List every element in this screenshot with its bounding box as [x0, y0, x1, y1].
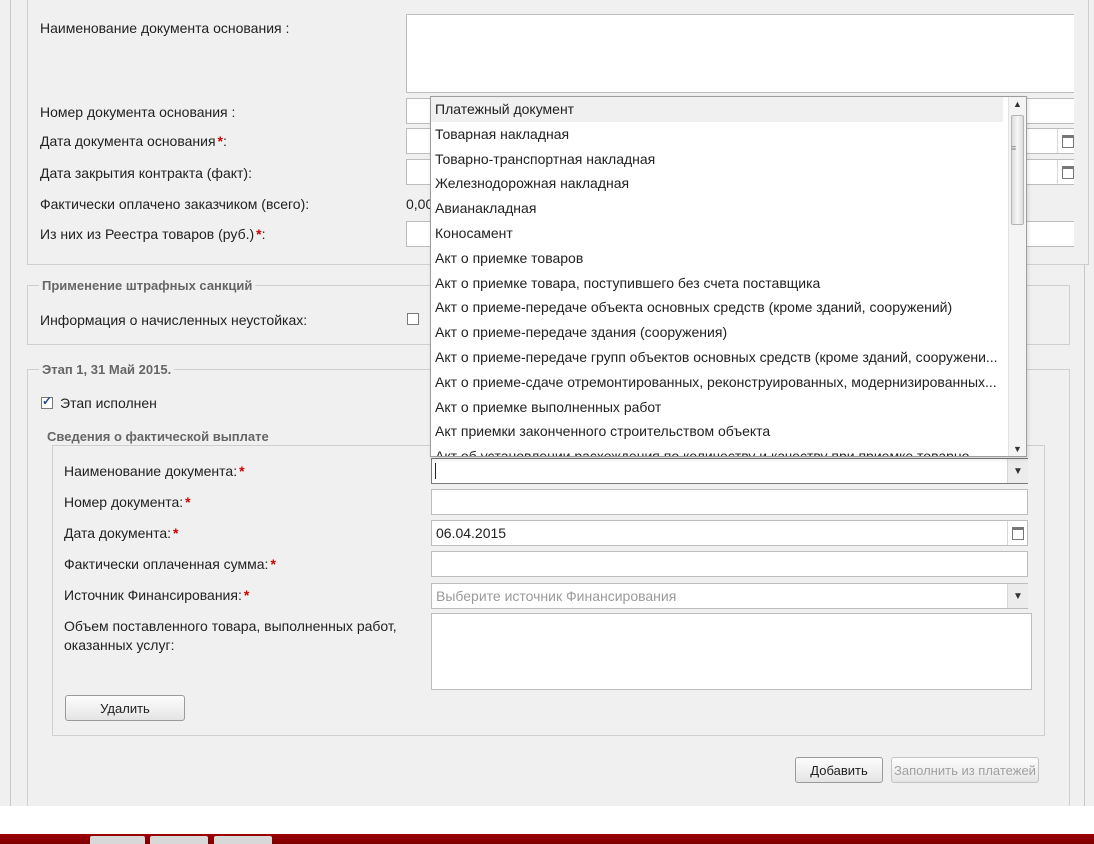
dropdown-option[interactable]: Акт об установлении расхождения по колич… [431, 444, 1003, 456]
penalties-info-checkbox[interactable] [407, 313, 419, 325]
doc-name-dropdown-button[interactable]: ▼ [1007, 459, 1028, 483]
basis-doc-name-label: Наименование документа основания : [40, 20, 290, 36]
required-mark: * [243, 587, 250, 603]
text-caret [435, 463, 436, 479]
payment-legend: Сведения о фактической выплате [44, 429, 272, 444]
window-bottom-strip [0, 806, 1094, 834]
doc-date-value: 06.04.2015 [436, 525, 507, 541]
chevron-down-icon: ▼ [1013, 590, 1023, 602]
dropdown-option[interactable]: Акт о приеме-передаче здания (сооружения… [431, 320, 1003, 345]
scroll-grip-icon: ≡ [1011, 143, 1017, 153]
registry-goods-label: Из них из Реестра товаров (руб.) *: [40, 226, 266, 242]
scroll-up-icon[interactable]: ▲ [1013, 99, 1022, 109]
dropdown-items: Платежный документ Товарная накладная Това… [431, 97, 1026, 456]
paid-sum-label: Фактически оплаченная сумма: * [64, 556, 276, 572]
dropdown-option[interactable]: Товарно-транспортная накладная [431, 147, 1003, 172]
basis-doc-date-label: Дата документа основания *: [40, 133, 227, 149]
taskbar [0, 834, 1094, 844]
close-date-fact-label: Дата закрытия контракта (факт): [40, 165, 252, 181]
stage-done-checkbox[interactable] [41, 394, 53, 409]
required-mark: * [239, 463, 245, 479]
required-mark: * [185, 494, 191, 510]
dropdown-option[interactable]: Акт о приемке товаров [431, 246, 1003, 271]
funding-source-select[interactable]: Выберите источник Финансирования ▼ [431, 583, 1028, 609]
volume-label: Объем поставленного товара, выполненных … [64, 618, 397, 653]
doc-name-select[interactable]: ▼ [431, 458, 1028, 484]
penalties-info-label: Информация о начисленных неустойках: [40, 312, 308, 328]
basis-doc-date-calendar-button[interactable] [1057, 129, 1078, 153]
basis-doc-number-label: Номер документа основания : [40, 104, 236, 120]
penalties-legend: Применение штрафных санкций [39, 278, 256, 293]
stage-done-label: Этап исполнен [60, 395, 157, 411]
doc-number-label: Номер документа: * [64, 494, 191, 510]
doc-number-input[interactable] [431, 489, 1028, 515]
taskbar-tab[interactable] [90, 836, 145, 844]
required-mark: * [270, 556, 276, 572]
paid-total-label: Фактически оплачено заказчиком (всего): [40, 196, 310, 212]
doc-date-input[interactable]: 06.04.2015 [431, 520, 1028, 546]
scroll-down-icon[interactable]: ▼ [1013, 444, 1022, 454]
taskbar-tab[interactable] [214, 836, 272, 844]
delete-button[interactable]: Удалить [65, 695, 185, 721]
basis-doc-name-textarea[interactable] [406, 14, 1074, 93]
doc-name-dropdown-list[interactable]: Платежный документ Товарная накладная Това… [430, 96, 1027, 457]
stage-legend: Этап 1, 31 Май 2015. [39, 362, 175, 377]
doc-date-label: Дата документа: * [64, 525, 179, 541]
funding-source-label: Источник Финансирования: * [64, 587, 250, 603]
dropdown-option[interactable]: Акт приемки законченного строительством … [431, 419, 1003, 444]
dropdown-option[interactable]: Акт о приеме-передаче групп объектов осн… [431, 345, 1003, 370]
calendar-icon [1062, 165, 1074, 179]
dropdown-scrollbar[interactable]: ▲ ≡ ▼ [1008, 97, 1026, 456]
dropdown-option[interactable]: Акт о приемке товара, поступившего без с… [431, 271, 1003, 296]
required-mark: * [173, 525, 179, 541]
calendar-icon [1012, 526, 1024, 540]
doc-name-label: Наименование документа: * [64, 463, 245, 479]
dropdown-option[interactable]: Авианакладная [431, 196, 1003, 221]
dropdown-option[interactable]: Платежный документ [431, 97, 1003, 122]
volume-textarea[interactable] [431, 613, 1032, 690]
funding-source-placeholder: Выберите источник Финансирования [436, 588, 677, 604]
dropdown-option[interactable]: Акт о приеме-передаче объекта основных с… [431, 295, 1003, 320]
chevron-down-icon: ▼ [1013, 465, 1023, 477]
add-button[interactable]: Добавить [795, 757, 883, 783]
paid-sum-input[interactable] [431, 551, 1028, 577]
scroll-thumb[interactable] [1011, 115, 1024, 225]
fill-from-payments-button[interactable]: Заполнить из платежей [891, 757, 1039, 783]
close-date-calendar-button[interactable] [1057, 160, 1078, 184]
calendar-icon [1062, 134, 1074, 148]
dropdown-option[interactable]: Товарная накладная [431, 122, 1003, 147]
dropdown-option[interactable]: Железнодорожная накладная [431, 171, 1003, 196]
funding-source-dropdown-button[interactable]: ▼ [1007, 584, 1028, 608]
taskbar-tab[interactable] [150, 836, 208, 844]
dropdown-option[interactable]: Коносамент [431, 221, 1003, 246]
dropdown-option[interactable]: Акт о приемке выполненных работ [431, 395, 1003, 420]
doc-date-calendar-button[interactable] [1007, 521, 1028, 545]
dropdown-option[interactable]: Акт о приеме-сдаче отремонтированных, ре… [431, 370, 1003, 395]
